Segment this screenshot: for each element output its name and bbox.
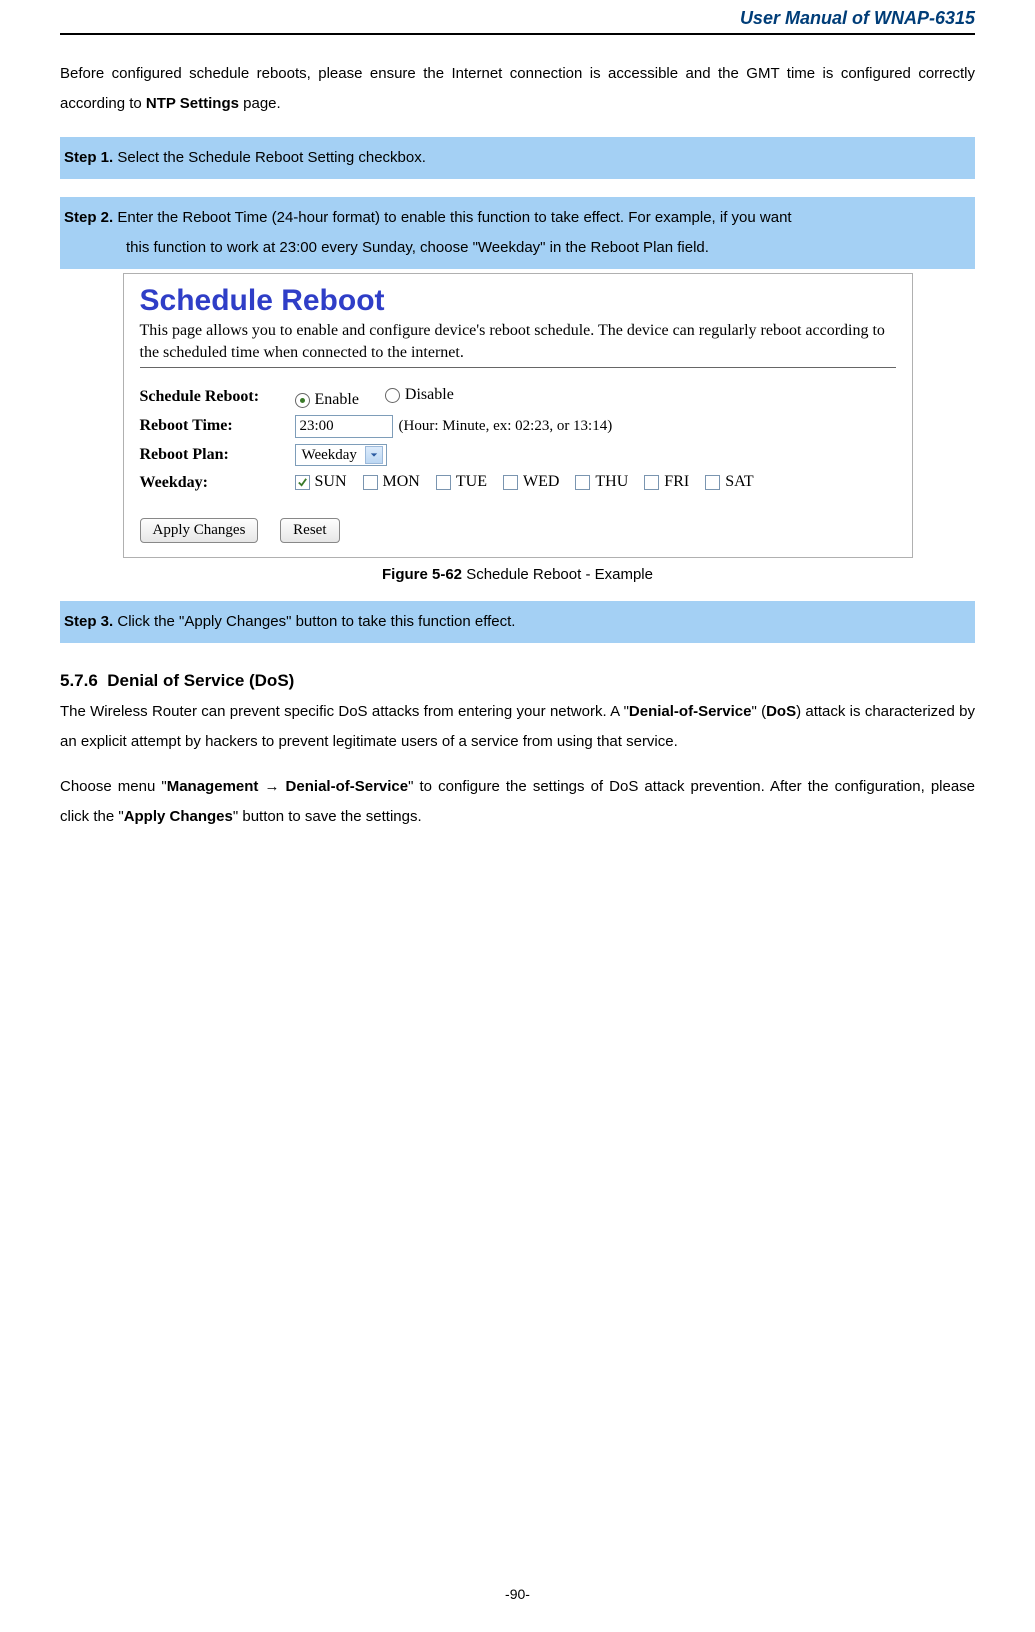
checkbox-icon: [503, 475, 518, 490]
checkbox-icon: [363, 475, 378, 490]
checkbox-mon[interactable]: MON: [363, 473, 420, 491]
p1-b: Denial-of-Service: [629, 703, 752, 720]
weekday-label: Weekday:: [140, 472, 295, 492]
checkbox-wed[interactable]: WED: [503, 473, 559, 491]
intro-b: page.: [239, 95, 281, 112]
checkbox-thu[interactable]: THU: [575, 473, 628, 491]
figure-text: Schedule Reboot - Example: [462, 566, 653, 583]
schedule-reboot-panel: Schedule Reboot This page allows you to …: [123, 273, 913, 558]
p2-a: Choose menu ": [60, 778, 167, 795]
schedule-reboot-label: Schedule Reboot:: [140, 386, 295, 406]
figure-label: Figure 5-62: [382, 566, 462, 583]
p1-c: " (: [751, 703, 766, 720]
radio-dot-icon: [385, 388, 400, 403]
p2-e: " button to save the settings.: [233, 808, 422, 825]
step-2-bar: Step 2. Enter the Reboot Time (24-hour f…: [60, 197, 975, 269]
p1-a: The Wireless Router can prevent specific…: [60, 703, 629, 720]
checkbox-sun-label: SUN: [315, 473, 347, 491]
checkbox-tue[interactable]: TUE: [436, 473, 487, 491]
checkbox-mon-label: MON: [383, 473, 420, 491]
panel-description: This page allows you to enable and confi…: [140, 320, 896, 363]
reboot-time-input[interactable]: [295, 415, 393, 438]
row-schedule-reboot: Schedule Reboot: Enable Disable: [140, 386, 896, 409]
section-heading: 5.7.6 Denial of Service (DoS): [60, 671, 975, 691]
checkbox-icon: [575, 475, 590, 490]
reboot-time-label: Reboot Time:: [140, 415, 295, 435]
row-weekday: Weekday: SUN MON TUE: [140, 472, 896, 492]
checkbox-icon: [705, 475, 720, 490]
step-1-bar: Step 1. Select the Schedule Reboot Setti…: [60, 137, 975, 179]
reboot-plan-select[interactable]: Weekday: [295, 444, 387, 466]
figure-caption: Figure 5-62 Schedule Reboot - Example: [60, 566, 975, 583]
step-2-line1: Enter the Reboot Time (24-hour format) t…: [113, 209, 791, 226]
page-number: -90-: [0, 1586, 1035, 1602]
step-2-line2: this function to work at 23:00 every Sun…: [64, 233, 971, 263]
checkbox-sat-label: SAT: [725, 473, 753, 491]
reset-button[interactable]: Reset: [280, 518, 339, 543]
chevron-down-icon: [365, 446, 383, 464]
checkbox-icon: [295, 475, 310, 490]
panel-divider: [140, 367, 896, 368]
row-reboot-plan: Reboot Plan: Weekday: [140, 444, 896, 466]
checkbox-wed-label: WED: [523, 473, 559, 491]
reboot-time-hint: (Hour: Minute, ex: 02:23, or 13:14): [399, 418, 613, 434]
p2-d: Apply Changes: [124, 808, 233, 825]
radio-dot-icon: [295, 393, 310, 408]
radio-disable-label: Disable: [405, 386, 454, 404]
step-1-label: Step 1.: [64, 149, 113, 166]
section-num: 5.7.6: [60, 671, 98, 690]
checkbox-sun[interactable]: SUN: [295, 473, 347, 491]
checkbox-fri-label: FRI: [664, 473, 689, 491]
section-title: Denial of Service (DoS): [107, 671, 294, 690]
intro-paragraph: Before configured schedule reboots, plea…: [60, 59, 975, 119]
p1-d: DoS: [766, 703, 796, 720]
apply-changes-button[interactable]: Apply Changes: [140, 518, 259, 543]
checkbox-fri[interactable]: FRI: [644, 473, 689, 491]
row-reboot-time: Reboot Time: (Hour: Minute, ex: 02:23, o…: [140, 415, 896, 438]
p2-b: Management → Denial-of-Service: [167, 778, 408, 795]
step-2-label: Step 2.: [64, 209, 113, 226]
intro-bold: NTP Settings: [146, 95, 239, 112]
step-1-text: Select the Schedule Reboot Setting check…: [113, 149, 426, 166]
dos-paragraph-2: Choose menu "Management → Denial-of-Serv…: [60, 772, 975, 832]
dos-paragraph-1: The Wireless Router can prevent specific…: [60, 697, 975, 757]
step-3-bar: Step 3. Click the "Apply Changes" button…: [60, 601, 975, 643]
step-3-text: Click the "Apply Changes" button to take…: [113, 613, 515, 630]
reboot-plan-label: Reboot Plan:: [140, 444, 295, 464]
checkbox-thu-label: THU: [595, 473, 628, 491]
checkbox-icon: [644, 475, 659, 490]
page-header: User Manual of WNAP-6315: [60, 0, 975, 35]
radio-disable[interactable]: Disable: [385, 386, 454, 404]
checkbox-icon: [436, 475, 451, 490]
step-3-label: Step 3.: [64, 613, 113, 630]
radio-enable[interactable]: Enable: [295, 391, 359, 409]
checkbox-tue-label: TUE: [456, 473, 487, 491]
checkbox-sat[interactable]: SAT: [705, 473, 753, 491]
panel-title: Schedule Reboot: [140, 284, 896, 318]
radio-enable-label: Enable: [315, 391, 359, 409]
reboot-plan-value: Weekday: [302, 447, 357, 464]
